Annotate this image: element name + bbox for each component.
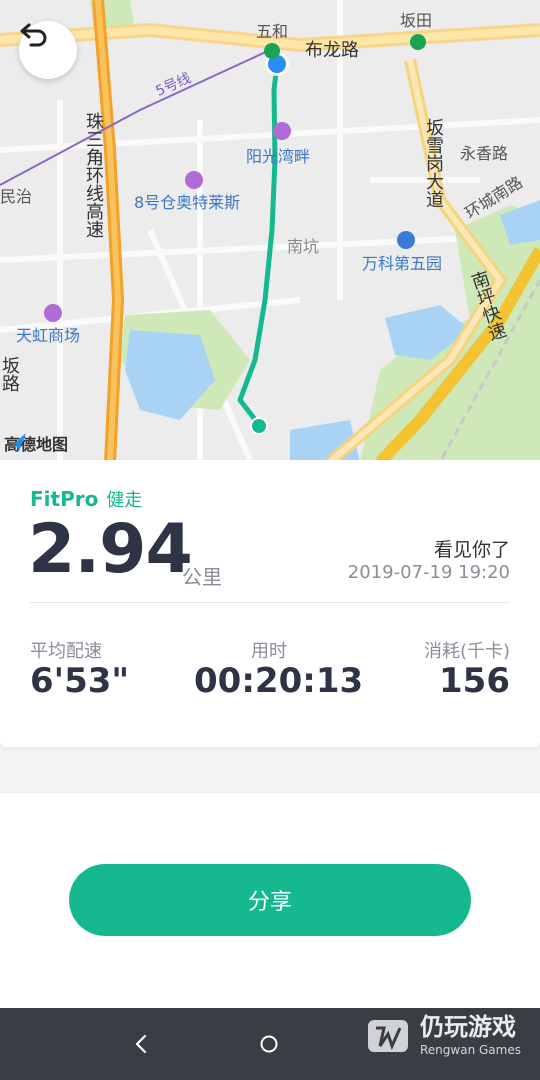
watermark: 仍玩游戏 Rengwan Games	[366, 1015, 521, 1057]
watermark-title: 仍玩游戏	[420, 1013, 516, 1041]
pace-value: 6'53"	[30, 661, 130, 701]
map-label-road: 坂路	[0, 356, 20, 392]
map-label-tianhong: 天虹商场	[16, 326, 81, 345]
map-label-bantian: 坂田	[400, 11, 433, 30]
map-label-vanke: 万科第五园	[362, 254, 443, 273]
map-label-wuhe: 五和	[256, 22, 289, 41]
nav-home-icon[interactable]	[258, 1033, 280, 1055]
pace-label: 平均配速	[30, 641, 102, 662]
back-button[interactable]	[19, 21, 77, 79]
user-nickname: 看见你了	[433, 539, 510, 561]
nav-back-icon[interactable]	[132, 1033, 150, 1055]
map-label-nankeng: 南坑	[287, 237, 320, 256]
distance-unit: 公里	[182, 565, 222, 589]
map-canvas	[0, 0, 540, 462]
duration-value: 00:20:13	[194, 661, 364, 701]
amap-logo-icon	[6, 433, 26, 451]
map-label-bulonglu: 布龙路	[305, 40, 359, 61]
calories-label: 消耗(千卡)	[423, 641, 510, 662]
map-label-yangguangwanpan: 阳光湾畔	[246, 147, 311, 166]
watermark-logo-icon	[368, 1020, 408, 1052]
map-label-yongxianglu: 永香路	[460, 144, 509, 163]
amap-logo: 高德地图	[4, 431, 68, 455]
map-label-minzhi: 民治	[0, 187, 33, 206]
duration-label: 用时	[251, 641, 287, 662]
brand-header: FitPro 健走	[30, 486, 142, 512]
divider	[30, 602, 510, 603]
route-map[interactable]: 五和 坂田 布龙路 5号线 珠三角环线高速 民治 阳光湾畔 8号仓奥特莱斯 南坑…	[0, 0, 540, 462]
share-button[interactable]: 分享	[69, 864, 471, 936]
brand-name: FitPro	[30, 487, 99, 511]
workout-mode: 健走	[106, 490, 143, 511]
calories-value: 156	[439, 661, 510, 701]
map-label-bantianxuegang: 坂雪岗大道	[423, 118, 444, 208]
map-label-outlets: 8号仓奥特莱斯	[134, 193, 241, 212]
watermark-subtitle: Rengwan Games	[420, 1043, 521, 1057]
map-label-highway: 珠三角环线高速	[83, 112, 104, 238]
workout-datetime: 2019-07-19 19:20	[347, 562, 510, 583]
distance-value: 2.94	[28, 510, 193, 589]
back-arrow-icon	[20, 23, 47, 47]
